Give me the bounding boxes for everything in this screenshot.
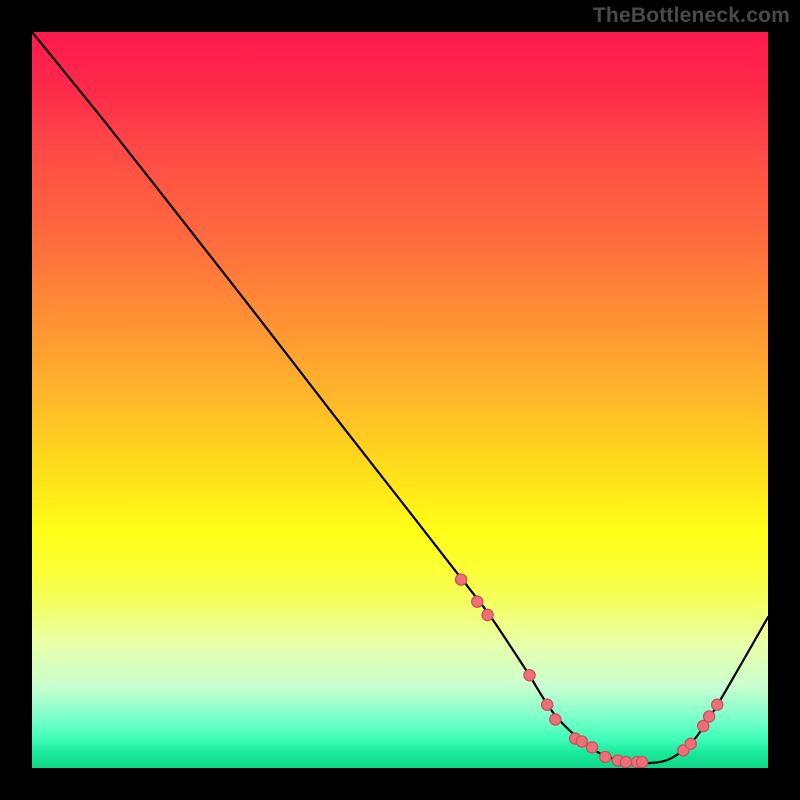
data-point bbox=[712, 699, 723, 710]
plot-area bbox=[32, 32, 768, 768]
data-point bbox=[576, 736, 587, 747]
data-point bbox=[542, 699, 553, 710]
marker-group bbox=[455, 574, 722, 768]
chart-stage: TheBottleneck.com bbox=[0, 0, 800, 800]
data-point bbox=[455, 574, 466, 585]
data-point bbox=[685, 738, 696, 749]
data-point bbox=[482, 609, 493, 620]
watermark-text: TheBottleneck.com bbox=[593, 4, 790, 28]
data-point bbox=[524, 670, 535, 681]
data-point bbox=[620, 757, 631, 768]
data-point bbox=[600, 751, 611, 762]
curve-layer bbox=[32, 32, 768, 768]
data-point bbox=[587, 742, 598, 753]
data-point bbox=[637, 757, 648, 768]
data-point bbox=[550, 714, 561, 725]
data-point bbox=[472, 596, 483, 607]
data-point bbox=[704, 711, 715, 722]
bottleneck-curve bbox=[32, 32, 768, 763]
